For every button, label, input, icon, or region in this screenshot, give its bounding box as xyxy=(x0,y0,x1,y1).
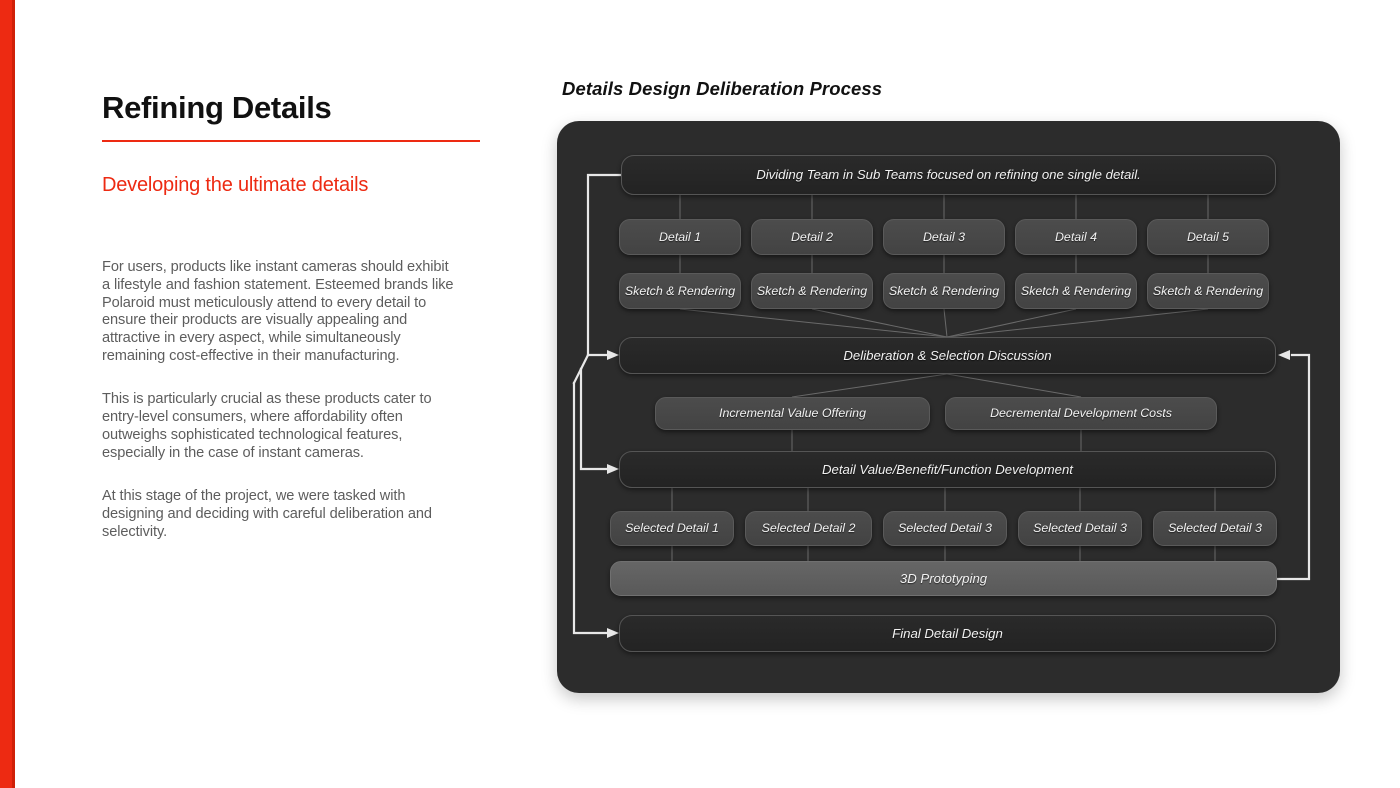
node-selected-detail-5[interactable]: Selected Detail 3 xyxy=(1153,511,1277,546)
body-paragraph-2: This is particularly crucial as these pr… xyxy=(102,391,432,462)
node-sketch-rendering-5[interactable]: Sketch & Rendering xyxy=(1147,273,1269,309)
flowchart-panel: Dividing Team in Sub Teams focused on re… xyxy=(557,121,1340,693)
diagram-title: Details Design Deliberation Process xyxy=(562,78,883,99)
node-sketch-rendering-4[interactable]: Sketch & Rendering xyxy=(1015,273,1137,309)
red-accent-bar xyxy=(0,0,15,788)
page-subtitle: Developing the ultimate details xyxy=(102,173,369,196)
node-deliberation-selection[interactable]: Deliberation & Selection Discussion xyxy=(619,337,1276,374)
node-3d-prototyping[interactable]: 3D Prototyping xyxy=(610,561,1277,596)
node-selected-detail-2[interactable]: Selected Detail 2 xyxy=(745,511,872,546)
title-underline-rule xyxy=(102,139,480,142)
node-sketch-rendering-2[interactable]: Sketch & Rendering xyxy=(751,273,873,309)
node-decremental-development-costs[interactable]: Decremental Development Costs xyxy=(945,397,1217,430)
node-sketch-rendering-1[interactable]: Sketch & Rendering xyxy=(619,273,741,309)
body-paragraph-1: For users, products like instant cameras… xyxy=(102,258,454,365)
node-detail-value-development[interactable]: Detail Value/Benefit/Function Developmen… xyxy=(619,451,1276,488)
node-selected-detail-1[interactable]: Selected Detail 1 xyxy=(610,511,734,546)
node-selected-detail-3[interactable]: Selected Detail 3 xyxy=(883,511,1007,546)
node-final-detail-design[interactable]: Final Detail Design xyxy=(619,615,1276,652)
body-paragraph-3: At this stage of the project, we were ta… xyxy=(102,488,432,540)
node-sketch-rendering-3[interactable]: Sketch & Rendering xyxy=(883,273,1005,309)
node-detail-4[interactable]: Detail 4 xyxy=(1015,219,1137,255)
node-detail-3[interactable]: Detail 3 xyxy=(883,219,1005,255)
left-content-column: Refining Details Developing the ultimate… xyxy=(102,90,492,542)
node-selected-detail-4[interactable]: Selected Detail 3 xyxy=(1018,511,1142,546)
page-title: Refining Details xyxy=(102,90,332,125)
body-copy: For users, products like instant cameras… xyxy=(102,259,492,542)
node-detail-1[interactable]: Detail 1 xyxy=(619,219,741,255)
node-incremental-value-offering[interactable]: Incremental Value Offering xyxy=(655,397,930,430)
node-detail-2[interactable]: Detail 2 xyxy=(751,219,873,255)
diagram-column: Details Design Deliberation Process Divi… xyxy=(557,78,1347,693)
node-detail-5[interactable]: Detail 5 xyxy=(1147,219,1269,255)
slide-root: Refining Details Developing the ultimate… xyxy=(0,0,1400,788)
node-dividing-team[interactable]: Dividing Team in Sub Teams focused on re… xyxy=(621,155,1276,195)
